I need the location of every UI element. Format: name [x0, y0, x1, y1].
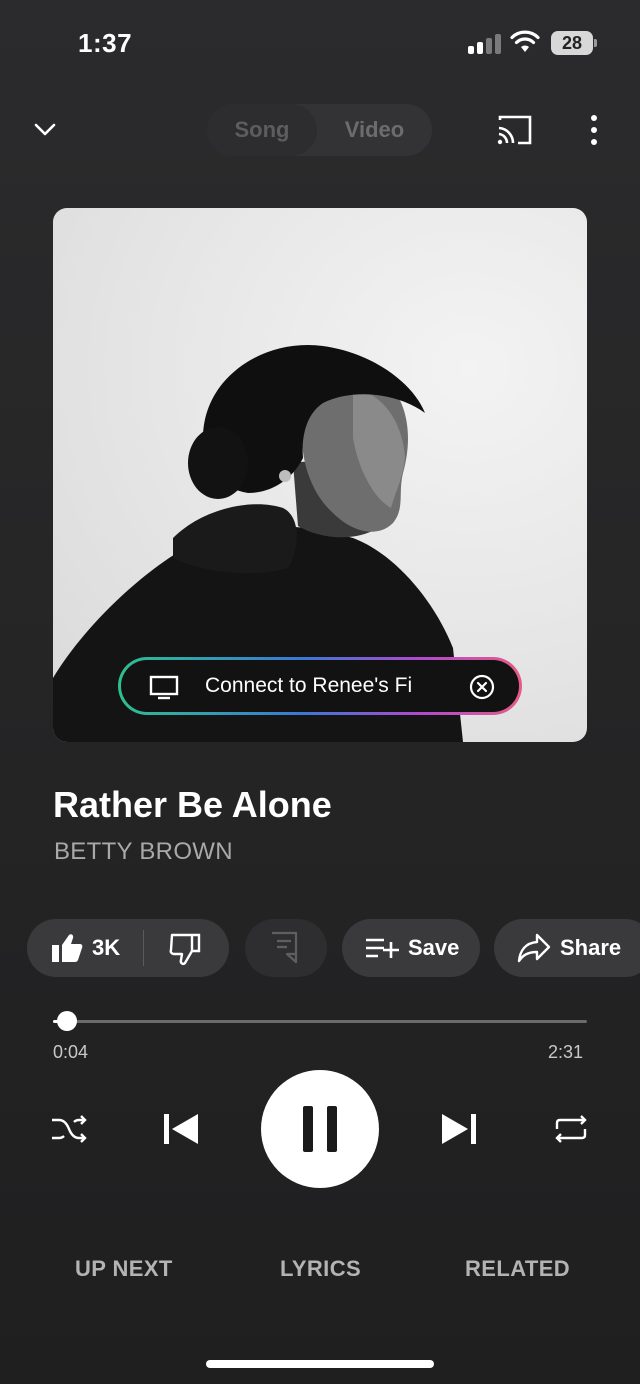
close-circle-icon[interactable] [469, 674, 495, 700]
connect-banner-text: Connect to Renee's Fi [205, 674, 413, 697]
chevron-down-icon[interactable] [30, 114, 60, 144]
skip-previous-icon[interactable] [160, 1108, 202, 1150]
repeat-icon[interactable] [552, 1112, 590, 1146]
playlist-add-icon [366, 938, 399, 958]
like-count: 3K [92, 935, 121, 960]
pause-icon [303, 1106, 313, 1152]
battery-tip [594, 39, 597, 47]
tv-icon [149, 675, 179, 700]
cellular-signal-icon [468, 34, 502, 54]
connect-device-banner[interactable]: Connect to Renee's Fi [118, 657, 522, 715]
skip-next-icon[interactable] [438, 1108, 480, 1150]
battery-indicator: 28 [551, 31, 593, 55]
tab-up-next[interactable]: UP NEXT [75, 1256, 173, 1282]
progress-thumb[interactable] [56, 1011, 77, 1031]
current-time: 0:04 [53, 1042, 89, 1062]
shuffle-icon[interactable] [50, 1112, 88, 1146]
wifi-icon [510, 30, 540, 52]
tab-related[interactable]: RELATED [465, 1256, 570, 1282]
artist-name[interactable]: BETTY BROWN [54, 838, 233, 866]
home-indicator [206, 1360, 434, 1368]
like-divider [143, 930, 144, 966]
total-time: 2:31 [548, 1042, 584, 1062]
share-icon [517, 933, 551, 963]
status-time: 1:37 [78, 28, 133, 58]
cast-icon[interactable] [496, 114, 534, 146]
toggle-song-button[interactable]: Song [207, 104, 317, 156]
pause-icon-bar [327, 1106, 337, 1152]
share-label: Share [560, 935, 622, 960]
more-vert-icon[interactable] [584, 112, 604, 148]
thumb-down-icon[interactable] [168, 932, 202, 966]
thumb-up-icon[interactable] [50, 932, 84, 964]
save-label: Save [408, 935, 460, 960]
song-title: Rather Be Alone [53, 784, 332, 825]
tab-lyrics[interactable]: LYRICS [280, 1256, 361, 1282]
comment-icon [272, 931, 298, 964]
progress-track[interactable] [53, 1020, 587, 1023]
pause-button[interactable] [261, 1070, 379, 1188]
toggle-video-button[interactable]: Video [317, 104, 432, 156]
